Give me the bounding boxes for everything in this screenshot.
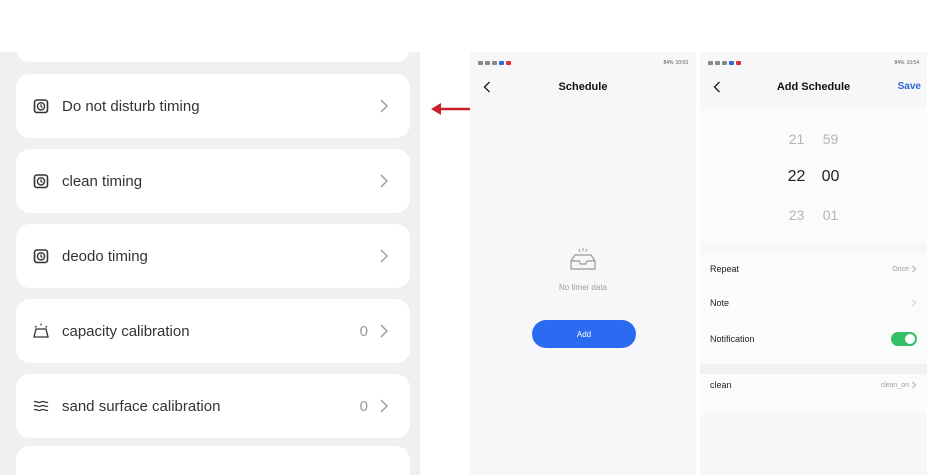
note-value [911,299,917,307]
empty-tray-icon [570,248,596,270]
repeat-row[interactable]: Repeat Once [700,254,927,284]
note-row[interactable]: Note [700,288,927,318]
action-row[interactable]: clean clean_on [700,370,927,400]
notification-label: Notification [710,334,755,344]
settings-item-label: clean timing [62,172,143,190]
bell-tray-icon [30,320,52,342]
time-picker[interactable]: 21 59 22 00 23 01 [700,107,927,242]
repeat-value-text: Once [892,265,909,273]
settings-list: Do not disturb timing clean timing deodo… [0,52,420,475]
settings-item-deodo-timing[interactable]: deodo timing [16,224,410,288]
settings-item-clean-timing[interactable]: clean timing [16,149,410,213]
settings-card-partial [16,446,410,475]
save-button[interactable]: Save [898,81,921,92]
back-arrow-icon[interactable] [480,79,494,95]
picker-hour[interactable]: 23 [785,207,809,223]
schedule-screen: 84% 10:53 Schedule No timer data Add [470,52,696,475]
alarm-clock-icon [30,245,52,267]
picker-hour[interactable]: 22 [785,168,809,186]
nav-bar: Add Schedule Save [700,74,927,100]
chevron-right-icon [376,248,392,264]
empty-state: No timer data [470,247,696,292]
settings-item-count: 0 [359,322,368,340]
status-right: 84% 10:54 [894,60,919,66]
back-arrow-icon[interactable] [710,79,724,95]
chevron-right-icon [912,381,917,389]
status-bar: 84% 10:53 [470,52,696,74]
picker-row-selected[interactable]: 22 00 [700,168,927,186]
repeat-value: Once [892,265,917,273]
settings-card-partial [16,52,410,62]
settings-item-count: 0 [359,397,368,415]
add-schedule-screen: 84% 10:54 Add Schedule Save 21 59 22 00 … [700,52,927,475]
chevron-right-icon [912,265,917,273]
waves-icon [30,395,52,417]
settings-item-do-not-disturb-timing[interactable]: Do not disturb timing [16,74,410,138]
status-time: 10:54 [906,60,919,66]
picker-hour[interactable]: 21 [785,131,809,147]
chevron-right-icon [376,398,392,414]
picker-minute[interactable]: 59 [819,131,843,147]
add-timer-button[interactable]: Add [532,320,636,348]
chevron-right-icon [376,173,392,189]
settings-item-label: capacity calibration [62,322,190,340]
chevron-right-icon [376,98,392,114]
settings-item-label: deodo timing [62,247,148,265]
page-title: Schedule [558,81,608,93]
battery-text: 84% [663,60,674,66]
note-label: Note [710,298,730,308]
nav-bar: Schedule [470,74,696,100]
toggle-knob [905,334,915,344]
action-value: clean_on [881,381,917,389]
settings-item-label: Do not disturb timing [62,97,200,115]
settings-item-sand-surface-calibration[interactable]: sand surface calibration 0 [16,374,410,438]
status-right: 84% 10:53 [663,60,688,66]
signal-icons [478,61,511,65]
notification-row: Notification [700,324,927,354]
action-label: clean [710,380,732,390]
notification-toggle[interactable] [891,332,917,346]
alarm-clock-icon [30,95,52,117]
settings-item-label: sand surface calibration [62,397,221,415]
status-bar: 84% 10:54 [700,52,927,74]
empty-message: No timer data [558,283,608,292]
action-value-text: clean_on [880,381,909,389]
settings-item-capacity-calibration[interactable]: capacity calibration 0 [16,299,410,363]
alarm-clock-icon [30,170,52,192]
repeat-label: Repeat [710,264,740,274]
picker-row-below[interactable]: 23 01 [700,207,927,223]
picker-minute[interactable]: 00 [819,168,843,186]
picker-row-above[interactable]: 21 59 [700,131,927,147]
picker-minute[interactable]: 01 [819,207,843,223]
status-time: 10:53 [675,60,688,66]
chevron-right-icon [376,323,392,339]
page-title: Add Schedule [776,81,851,93]
chevron-right-icon [912,299,917,307]
battery-text: 84% [894,60,905,66]
signal-icons [708,61,741,65]
